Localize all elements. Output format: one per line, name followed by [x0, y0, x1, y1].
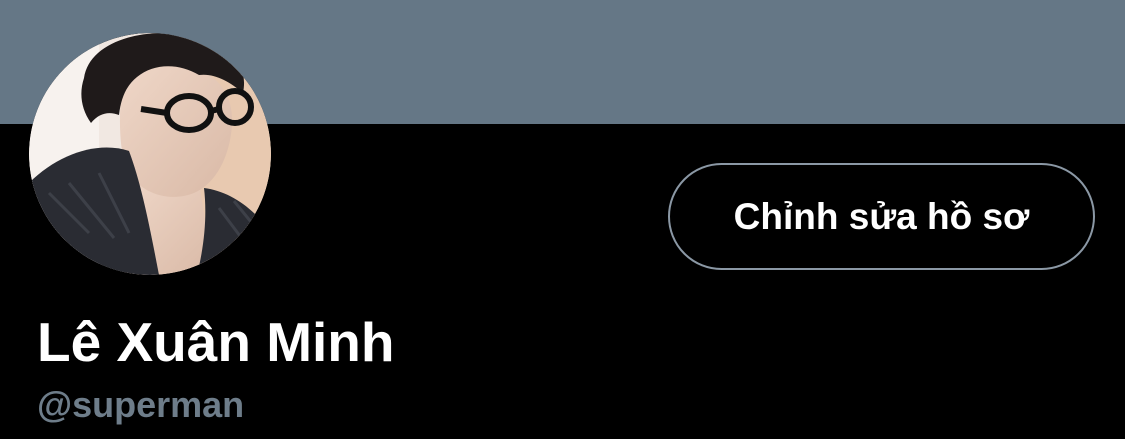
edit-profile-button[interactable]: Chỉnh sửa hồ sơ [668, 163, 1095, 270]
avatar[interactable] [29, 33, 271, 275]
profile-header: Chỉnh sửa hồ sơ Lê Xuân Minh @superman [0, 0, 1125, 439]
profile-handle: @superman [37, 384, 245, 425]
profile-display-name: Lê Xuân Minh [37, 311, 395, 373]
avatar-photo [29, 33, 271, 275]
